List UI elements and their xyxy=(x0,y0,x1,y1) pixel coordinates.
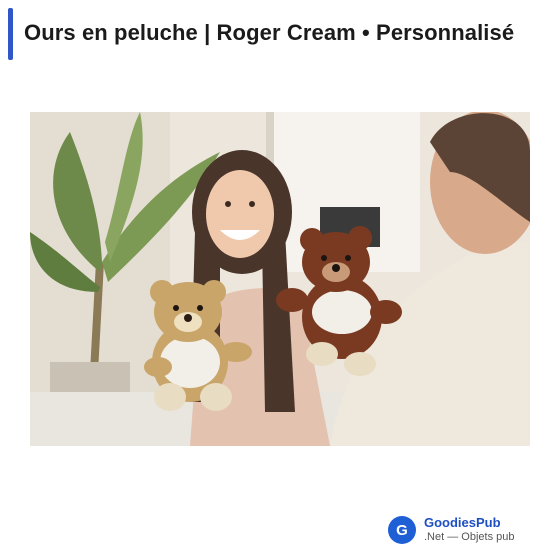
brand-badge-icon: G xyxy=(388,516,416,544)
title-accent-bar xyxy=(8,8,13,60)
product-photo xyxy=(30,112,530,446)
brand-logo[interactable]: G GoodiesPub .Net — Objets pub xyxy=(388,514,515,546)
page-title: Ours en peluche | Roger Cream • Personna… xyxy=(24,20,515,45)
brand-tagline: .Net — Objets pub xyxy=(424,531,515,544)
brand-name: GoodiesPub xyxy=(424,515,501,531)
product-photo-illustration xyxy=(30,112,530,446)
